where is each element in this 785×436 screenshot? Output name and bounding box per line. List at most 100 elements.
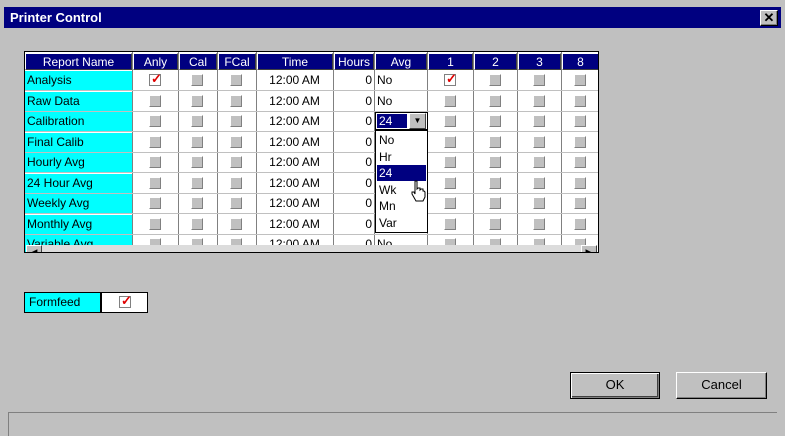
column-header-2[interactable]: 2 [474,53,517,70]
time-cell[interactable]: 12:00 AM [257,153,332,171]
checkbox-anly[interactable] [149,95,161,107]
checkbox-cal[interactable] [191,177,203,189]
checkbox-anly[interactable] [149,218,161,230]
dropdown-option[interactable]: Hr [377,149,426,165]
checkbox-anly[interactable] [149,197,161,209]
checkbox-fcal[interactable] [230,136,242,148]
column-header-fcal[interactable]: FCal [218,53,256,70]
checkbox-c2[interactable] [489,95,501,107]
checkbox-c2[interactable] [489,136,501,148]
checkbox-cal[interactable] [191,74,203,86]
checkbox-c1[interactable] [444,71,457,87]
checkbox-anly[interactable] [149,115,161,127]
checkbox-c8[interactable] [574,177,586,189]
checkbox-cal[interactable] [191,156,203,168]
checkbox-c1[interactable] [444,136,456,148]
checkbox-c3[interactable] [533,74,545,86]
avg-dropdown[interactable]: 24 ▼ [375,112,428,130]
hours-cell[interactable]: 0 [332,174,372,192]
column-header-cal[interactable]: Cal [179,53,217,70]
checkbox-c1[interactable] [444,115,456,127]
hours-cell[interactable]: 0 [332,71,372,89]
checkbox-c3[interactable] [533,95,545,107]
scroll-left-icon[interactable]: ◀ [26,245,42,252]
hours-cell[interactable]: 0 [332,133,372,151]
time-cell[interactable]: 12:00 AM [257,133,332,151]
checkbox-anly[interactable] [149,156,161,168]
checkbox-cal[interactable] [191,197,203,209]
column-header-time[interactable]: Time [257,53,333,70]
checkbox-c1[interactable] [444,95,456,107]
checkbox-c8[interactable] [574,74,586,86]
row-name: Final Calib [25,133,132,152]
checkbox-fcal[interactable] [230,95,242,107]
checkbox-c2[interactable] [489,156,501,168]
time-cell[interactable]: 12:00 AM [257,194,332,212]
checkbox-fcal[interactable] [230,156,242,168]
column-header-3[interactable]: 3 [518,53,561,70]
checkbox-c3[interactable] [533,115,545,127]
column-header-hours[interactable]: Hours [334,53,374,70]
hours-cell[interactable]: 0 [332,112,372,130]
checkbox-c2[interactable] [489,218,501,230]
time-cell[interactable]: 12:00 AM [257,71,332,89]
hours-cell[interactable]: 0 [332,215,372,233]
time-cell[interactable]: 12:00 AM [257,92,332,110]
checkbox-c2[interactable] [489,74,501,86]
column-header-avg[interactable]: Avg [375,53,427,70]
checkbox-fcal[interactable] [230,177,242,189]
column-header-1[interactable]: 1 [428,53,473,70]
checkbox-cal[interactable] [191,136,203,148]
checkbox-c3[interactable] [533,218,545,230]
column-header-anly[interactable]: Anly [133,53,178,70]
chevron-down-icon[interactable]: ▼ [409,113,426,129]
checkbox-c1[interactable] [444,197,456,209]
checkbox-c1[interactable] [444,177,456,189]
hours-cell[interactable]: 0 [332,194,372,212]
checkbox-c1[interactable] [444,218,456,230]
checkbox-cal[interactable] [191,218,203,230]
checkbox-c8[interactable] [574,218,586,230]
checkbox-fcal[interactable] [230,197,242,209]
close-button[interactable]: ✕ [760,10,778,26]
checkbox-cal[interactable] [191,95,203,107]
checkbox-c1[interactable] [444,156,456,168]
dropdown-option[interactable]: Var [377,215,426,231]
checkbox-c8[interactable] [574,197,586,209]
checkbox-anly[interactable] [149,136,161,148]
checkbox-c8[interactable] [574,115,586,127]
formfeed-checkbox[interactable] [119,293,132,309]
ok-button[interactable]: OK [570,372,660,399]
dropdown-option[interactable]: No [377,132,426,148]
hours-cell[interactable]: 0 [332,92,372,110]
checkbox-c8[interactable] [574,156,586,168]
checkbox-c2[interactable] [489,177,501,189]
checkbox-c8[interactable] [574,136,586,148]
checkbox-c8[interactable] [574,95,586,107]
checkbox-c3[interactable] [533,136,545,148]
avg-cell[interactable]: No [375,92,392,110]
checkbox-c3[interactable] [533,156,545,168]
time-cell[interactable]: 12:00 AM [257,112,332,130]
column-header-8[interactable]: 8 [562,53,598,70]
checkbox-c3[interactable] [533,177,545,189]
checkbox-fcal[interactable] [230,218,242,230]
dropdown-option[interactable]: 24 [377,165,426,181]
hours-cell[interactable]: 0 [332,153,372,171]
time-cell[interactable]: 12:00 AM [257,215,332,233]
checkbox-c2[interactable] [489,115,501,127]
checkbox-anly[interactable] [149,177,161,189]
cancel-button[interactable]: Cancel [676,372,767,399]
checkbox-c3[interactable] [533,197,545,209]
checkbox-c2[interactable] [489,197,501,209]
checkbox-fcal[interactable] [230,74,242,86]
column-header-report-name[interactable]: Report Name [25,53,132,70]
checkbox-fcal[interactable] [230,115,242,127]
avg-cell[interactable]: No [375,71,392,89]
time-cell[interactable]: 12:00 AM [257,174,332,192]
scroll-right-icon[interactable]: ▶ [581,245,597,252]
horizontal-scrollbar[interactable]: ◀ ▶ [26,245,597,252]
checkbox-cal[interactable] [191,115,203,127]
checkbox-anly[interactable] [149,71,162,87]
window-title: Printer Control [10,10,102,25]
